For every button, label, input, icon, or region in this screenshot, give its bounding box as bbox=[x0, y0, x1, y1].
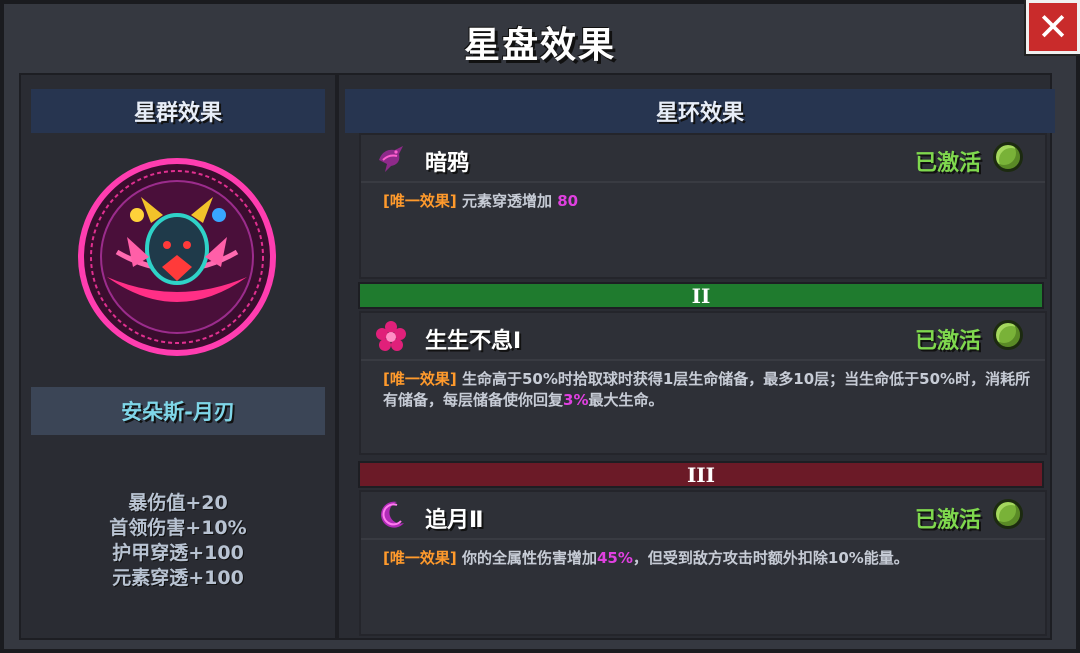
status-badge: 已激活 bbox=[914, 151, 981, 176]
close-icon: ✕ bbox=[1037, 5, 1069, 49]
dialog-frame: 星盘效果 星群效果 安朵斯-月刃 暴伤值+20 首领伤害+10% 护甲穿透+10… bbox=[0, 0, 1080, 653]
effect-description: [唯一效果] 你的全属性伤害增加45%，但受到敌方攻击时额外扣除10%能量。 bbox=[383, 549, 909, 567]
crow-icon bbox=[379, 146, 403, 172]
stat-line: 暴伤值+20 bbox=[128, 492, 228, 514]
effect-name: 暗鸦 bbox=[425, 151, 470, 176]
star-ring-header: 星环效果 bbox=[345, 89, 1055, 133]
active-indicator-icon bbox=[993, 142, 1023, 172]
flower-icon bbox=[376, 321, 406, 351]
tier-divider-3: III bbox=[358, 461, 1044, 488]
moon-icon bbox=[381, 501, 404, 528]
star-ring-panel: 星环效果 暗鸦 已激活 [唯一效果] 元素穿透增加 80 II 生生不息Ⅰ 已激… bbox=[337, 73, 1055, 640]
constellation-name: 安朵斯-月刃 bbox=[31, 387, 325, 435]
effect-description: [唯一效果] 生命高于50%时拾取球时获得1层生命储备，最多10层；当生命低于5… bbox=[383, 370, 1031, 409]
constellation-header: 星群效果 bbox=[31, 89, 325, 133]
effect-name: 生生不息Ⅰ bbox=[425, 329, 522, 354]
stat-line: 首领伤害+10% bbox=[109, 517, 247, 539]
active-indicator-icon bbox=[993, 320, 1023, 350]
stat-line: 护甲穿透+100 bbox=[112, 542, 244, 564]
stat-line: 元素穿透+100 bbox=[112, 567, 244, 589]
dialog-title: 星盘效果 bbox=[463, 25, 616, 66]
close-button[interactable]: ✕ bbox=[1026, 0, 1080, 54]
tier-divider-2: II bbox=[358, 282, 1044, 309]
constellation-panel: 星群效果 安朵斯-月刃 暴伤值+20 首领伤害+10% 护甲穿透+100 元素穿… bbox=[19, 73, 337, 640]
ring-effect-crow: 暗鸦 已激活 [唯一效果] 元素穿透增加 80 bbox=[359, 133, 1047, 279]
status-badge: 已激活 bbox=[914, 508, 981, 533]
status-badge: 已激活 bbox=[914, 329, 981, 354]
constellation-emblem-icon bbox=[78, 158, 276, 356]
active-indicator-icon bbox=[993, 499, 1023, 529]
effect-name: 追月Ⅱ bbox=[425, 508, 484, 533]
constellation-stats: 暴伤值+20 首领伤害+10% 护甲穿透+100 元素穿透+100 bbox=[31, 491, 325, 591]
effect-description: [唯一效果] 元素穿透增加 80 bbox=[383, 192, 579, 210]
ring-effect-moon: 追月Ⅱ 已激活 [唯一效果] 你的全属性伤害增加45%，但受到敌方攻击时额外扣除… bbox=[359, 490, 1047, 636]
ring-effect-regen: 生生不息Ⅰ 已激活 [唯一效果] 生命高于50%时拾取球时获得1层生命储备，最多… bbox=[359, 311, 1047, 455]
